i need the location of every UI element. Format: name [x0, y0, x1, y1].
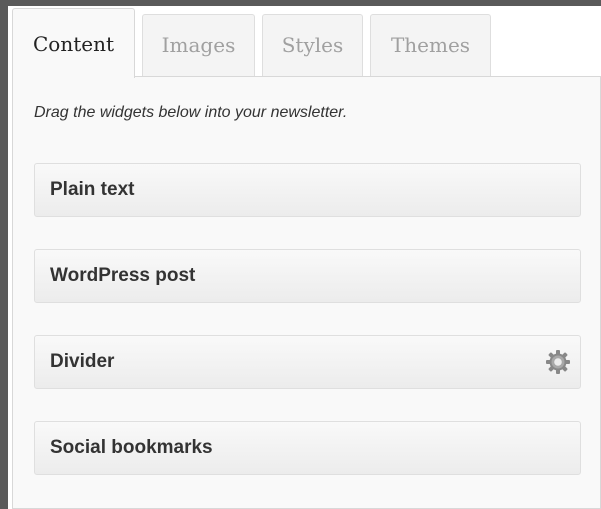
widget-wordpress-post[interactable]: WordPress post	[34, 249, 581, 303]
widget-divider[interactable]: Divider	[34, 335, 581, 389]
tab-content-label: Content	[32, 32, 114, 56]
widget-label: Divider	[50, 351, 115, 372]
tab-images-label: Images	[161, 33, 236, 57]
tab-styles-label: Styles	[281, 33, 344, 57]
tab-styles[interactable]: Styles	[262, 14, 363, 76]
widget-social-bookmarks[interactable]: Social bookmarks	[34, 421, 581, 475]
widget-label: Social bookmarks	[50, 437, 213, 458]
widget-label: WordPress post	[50, 265, 196, 286]
widget-label: Plain text	[50, 179, 135, 200]
content-panel: Drag the widgets below into your newslet…	[12, 76, 601, 509]
tab-themes[interactable]: Themes	[370, 14, 491, 76]
drag-instruction: Drag the widgets below into your newslet…	[34, 104, 348, 121]
tab-images[interactable]: Images	[142, 14, 255, 76]
gear-icon[interactable]	[545, 349, 571, 375]
tab-themes-label: Themes	[390, 33, 471, 57]
tab-content[interactable]: Content	[12, 8, 135, 78]
widget-plain-text[interactable]: Plain text	[34, 163, 581, 217]
